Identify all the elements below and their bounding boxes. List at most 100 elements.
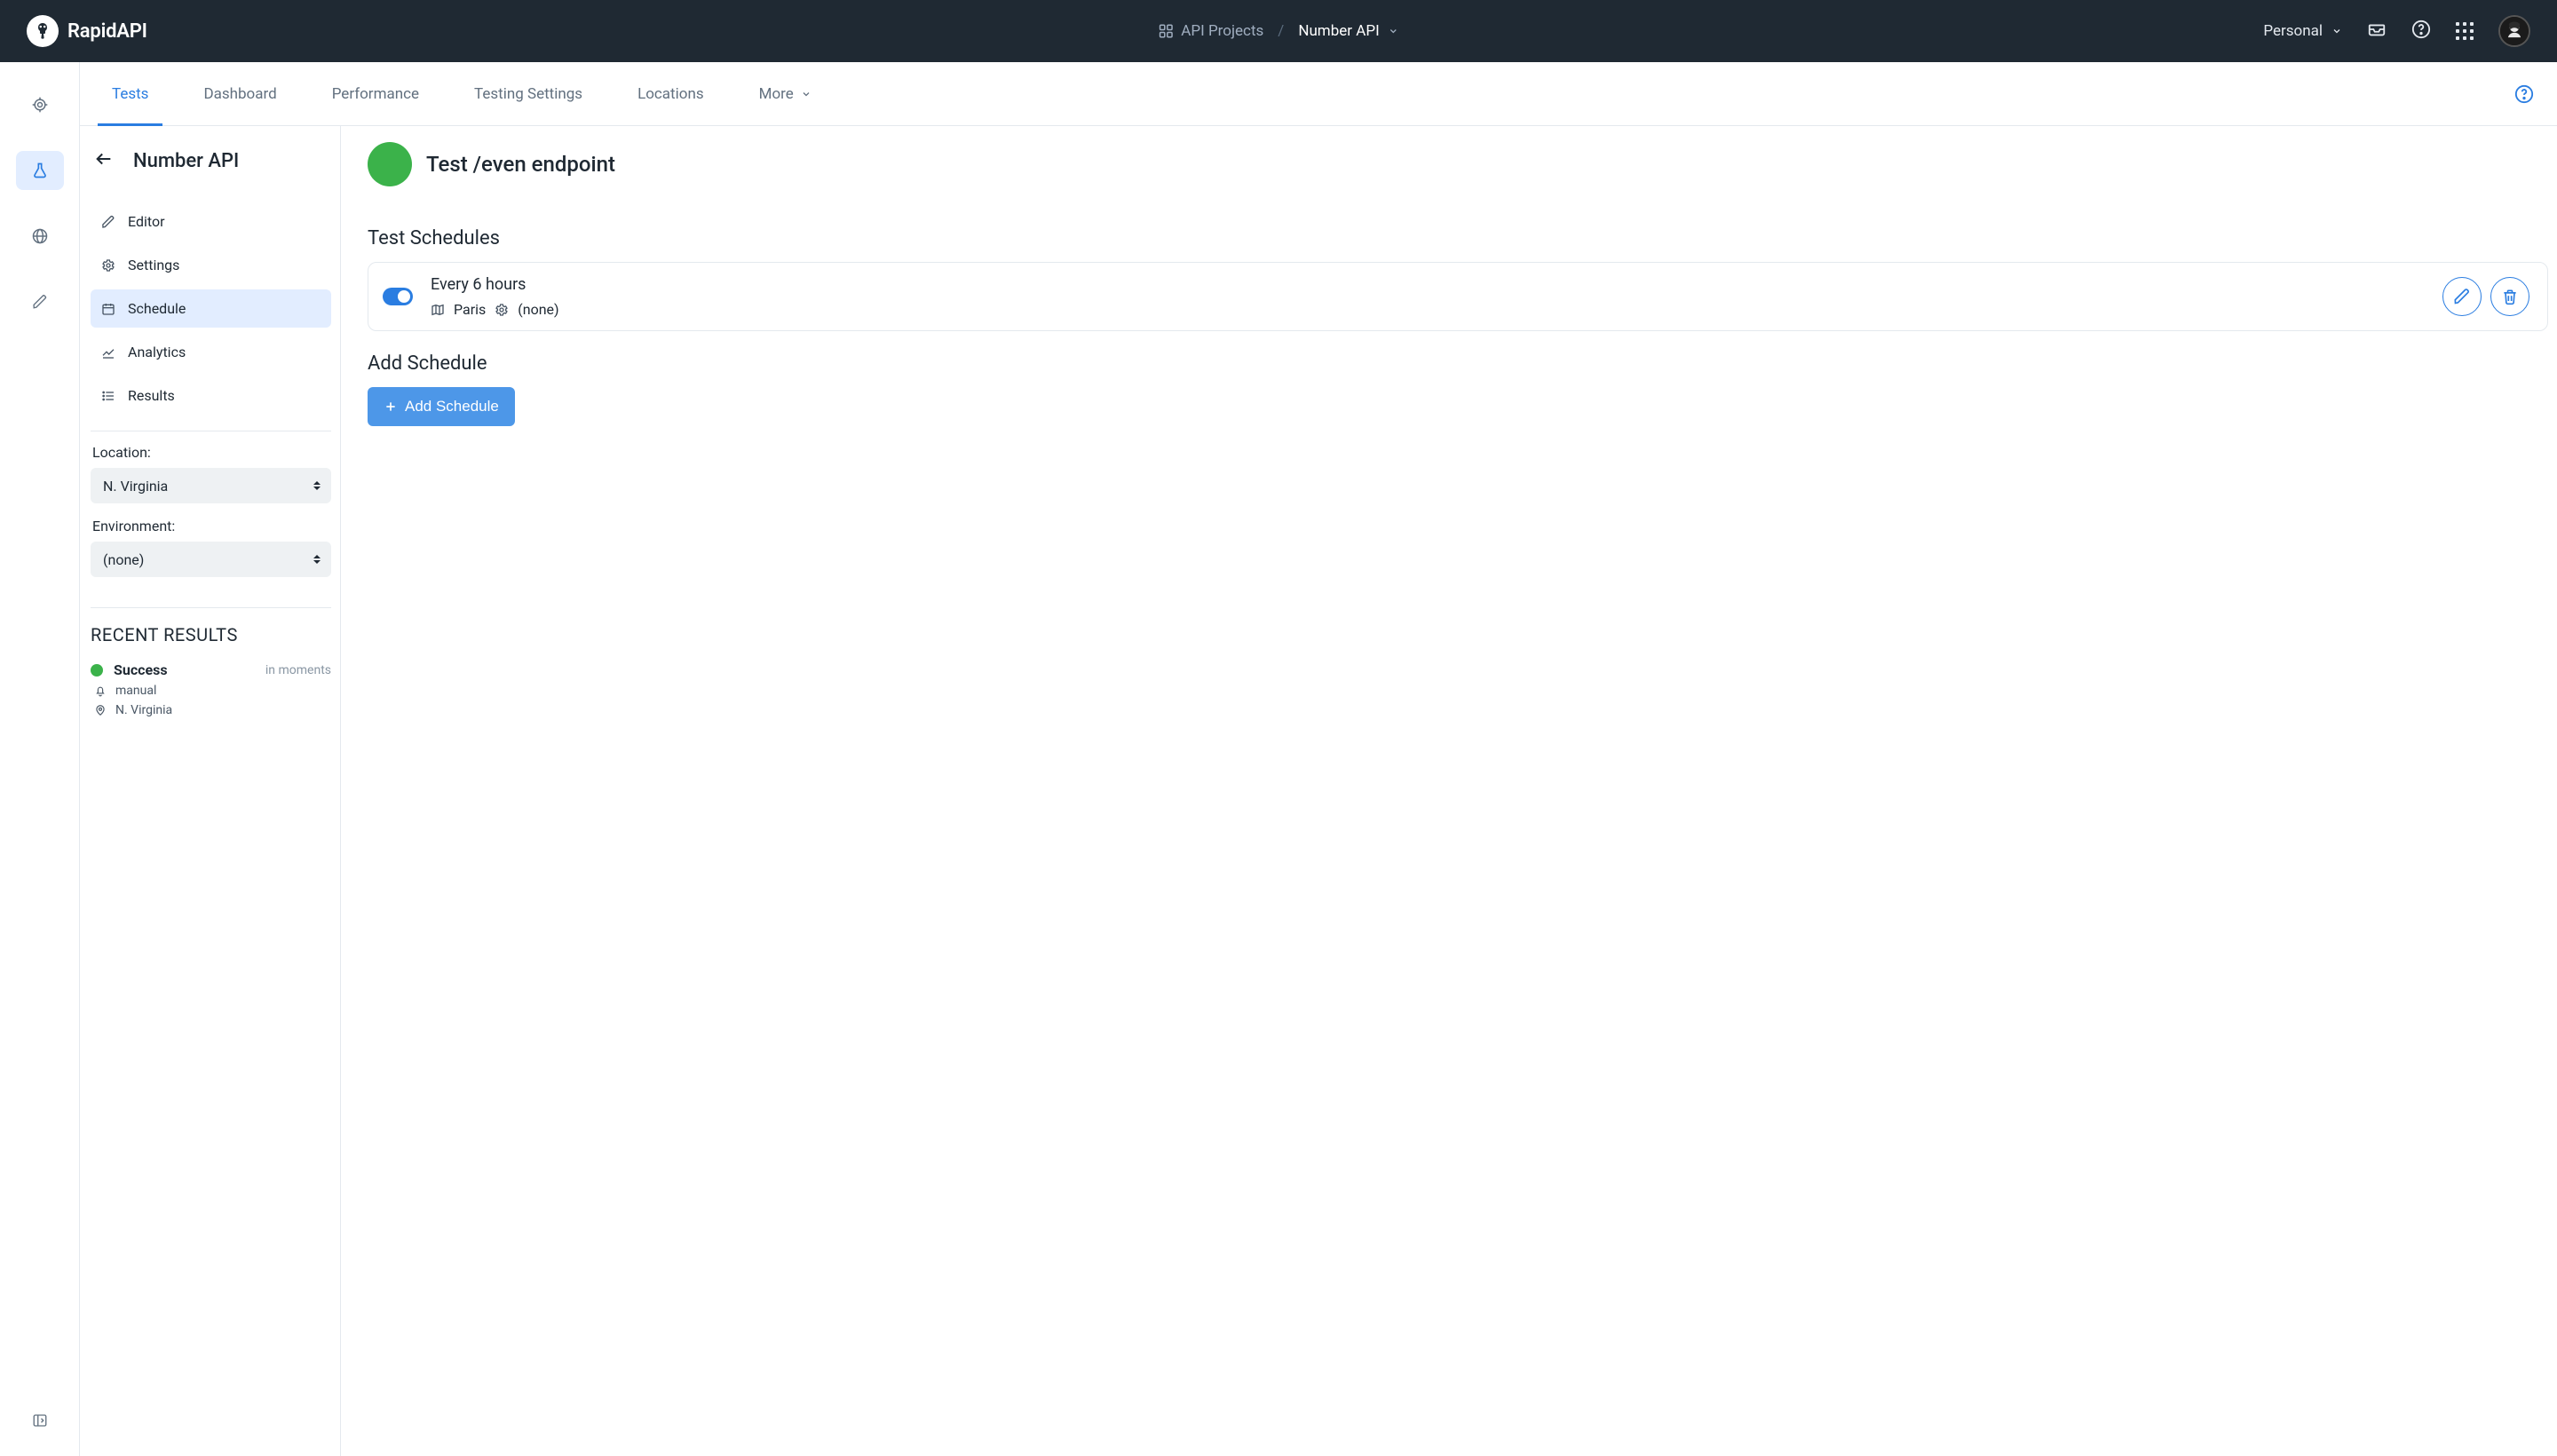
status-dot-icon	[91, 664, 103, 677]
tab-locations[interactable]: Locations	[637, 62, 704, 125]
environment-value: (none)	[103, 551, 144, 568]
recent-result-item[interactable]: Success in moments manual N. Virginia	[91, 661, 331, 717]
chevron-down-icon	[1389, 26, 1399, 36]
back-button[interactable]	[91, 146, 117, 176]
arrow-left-icon	[94, 149, 114, 169]
flask-icon	[31, 162, 49, 179]
select-arrows-icon	[313, 555, 321, 564]
panel-collapse-icon	[32, 1412, 48, 1428]
main-area: Tests Dashboard Performance Testing Sett…	[0, 62, 2557, 1456]
tab-label: Locations	[637, 85, 704, 103]
edit-schedule-button[interactable]	[2442, 277, 2482, 316]
pencil-icon	[32, 294, 48, 310]
sidebar-item-results[interactable]: Results	[91, 376, 331, 415]
sidebar-item-editor[interactable]: Editor	[91, 202, 331, 241]
trash-icon	[2501, 288, 2519, 305]
topbar-right: Personal	[2263, 15, 2530, 47]
sidebar: Number API Editor Settings Schedule	[80, 126, 341, 1456]
tab-label: Performance	[332, 85, 419, 103]
chevron-down-icon	[801, 89, 811, 99]
location-select[interactable]: N. Virginia	[91, 468, 331, 503]
tab-tests[interactable]: Tests	[112, 62, 148, 125]
inbox-button[interactable]	[2367, 20, 2387, 43]
breadcrumb-separator: /	[1278, 22, 1284, 40]
target-icon	[31, 96, 49, 114]
tab-dashboard[interactable]: Dashboard	[203, 62, 276, 125]
location-value: N. Virginia	[103, 478, 168, 495]
sidebar-item-label: Analytics	[128, 344, 186, 360]
recent-results-title: RECENT RESULTS	[91, 624, 331, 645]
result-location: N. Virginia	[115, 703, 172, 717]
location-label: Location:	[91, 444, 331, 461]
api-projects-link[interactable]: API Projects	[1158, 22, 1263, 40]
user-avatar[interactable]	[2498, 15, 2530, 47]
inbox-icon	[2367, 20, 2387, 39]
rail-item-globe[interactable]	[16, 217, 64, 256]
grid-icon	[1158, 23, 1174, 39]
tabs: Tests Dashboard Performance Testing Sett…	[112, 62, 811, 125]
brand-name: RapidAPI	[67, 20, 147, 43]
result-trigger: manual	[115, 684, 156, 698]
sidebar-item-settings[interactable]: Settings	[91, 246, 331, 284]
result-time: in moments	[265, 663, 331, 677]
help-button[interactable]	[2411, 20, 2431, 43]
sidebar-item-label: Results	[128, 387, 175, 404]
apps-menu-button[interactable]	[2456, 22, 2474, 40]
rail-item-testing[interactable]	[16, 151, 64, 190]
schedule-toggle[interactable]	[383, 288, 413, 305]
sidebar-item-analytics[interactable]: Analytics	[91, 333, 331, 371]
delete-schedule-button[interactable]	[2490, 277, 2529, 316]
panel-header: Test /even endpoint	[368, 142, 2548, 186]
divider	[91, 607, 331, 608]
schedule-meta: Paris (none)	[431, 301, 559, 318]
result-status: Success	[114, 661, 168, 678]
panel-title: Test /even endpoint	[426, 152, 615, 177]
list-icon	[101, 389, 115, 403]
sidebar-item-schedule[interactable]: Schedule	[91, 289, 331, 328]
left-rail	[0, 62, 80, 1456]
pencil-icon	[101, 215, 115, 229]
sidebar-nav: Editor Settings Schedule Analytics	[91, 202, 331, 415]
tab-performance[interactable]: Performance	[332, 62, 419, 125]
add-schedule-title: Add Schedule	[368, 352, 2548, 375]
brand-logo[interactable]: RapidAPI	[27, 15, 147, 47]
chevron-down-icon	[2331, 26, 2342, 36]
sidebar-item-label: Editor	[128, 213, 164, 230]
schedule-card: Every 6 hours Paris (none)	[368, 262, 2548, 331]
help-icon	[2514, 84, 2534, 104]
sidebar-item-label: Schedule	[128, 300, 186, 317]
body: Number API Editor Settings Schedule	[80, 126, 2557, 1456]
schedule-name: Every 6 hours	[431, 275, 559, 294]
sidebar-title: Number API	[133, 150, 239, 172]
pencil-icon	[2453, 288, 2471, 305]
workspace-dropdown[interactable]: Personal	[2263, 22, 2342, 40]
tab-label: Tests	[112, 85, 148, 103]
logo-icon	[27, 15, 59, 47]
rail-item-target[interactable]	[16, 85, 64, 124]
add-schedule-button[interactable]: Add Schedule	[368, 387, 515, 426]
schedule-location: Paris	[454, 301, 486, 318]
tabs-row: Tests Dashboard Performance Testing Sett…	[80, 62, 2557, 126]
gear-icon	[495, 303, 509, 317]
gear-icon	[101, 258, 115, 273]
sidebar-item-label: Settings	[128, 257, 179, 273]
schedule-info: Every 6 hours Paris (none)	[431, 275, 559, 318]
chart-icon	[101, 345, 115, 360]
plus-icon	[384, 400, 398, 414]
project-dropdown[interactable]: Number API	[1298, 22, 1398, 40]
environment-select[interactable]: (none)	[91, 542, 331, 577]
sidebar-header: Number API	[91, 142, 331, 194]
rail-item-collapse[interactable]	[16, 1401, 64, 1440]
tab-more[interactable]: More	[759, 62, 811, 125]
status-indicator-icon	[368, 142, 412, 186]
workspace-name: Personal	[2263, 22, 2323, 40]
tabs-help-button[interactable]	[2514, 62, 2534, 125]
main-panel: Test /even endpoint Test Schedules Every…	[341, 126, 2557, 1456]
tab-testing-settings[interactable]: Testing Settings	[474, 62, 582, 125]
add-schedule-button-label: Add Schedule	[405, 398, 499, 415]
map-icon	[431, 303, 445, 317]
rail-item-edit[interactable]	[16, 282, 64, 321]
avatar-icon	[2500, 17, 2529, 45]
project-name: Number API	[1298, 22, 1379, 40]
result-location-row: N. Virginia	[91, 703, 331, 717]
